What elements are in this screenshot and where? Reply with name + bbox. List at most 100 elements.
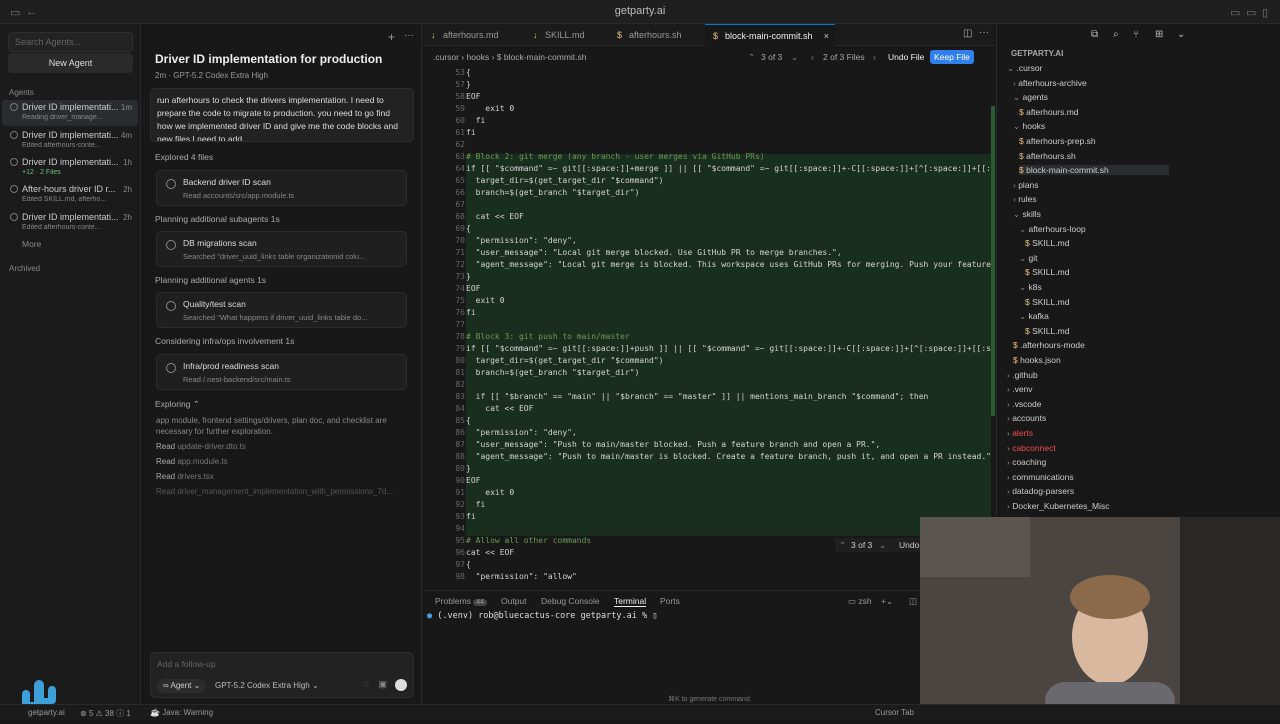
status-java[interactable]: ☕ Java: Warning — [150, 708, 213, 717]
undo-button[interactable]: Undo — [899, 538, 919, 552]
prev-file-icon[interactable]: ‹ — [811, 48, 814, 66]
followup-input[interactable]: Add a follow-up — [157, 659, 216, 669]
close-icon[interactable]: × — [824, 25, 829, 47]
code-line[interactable]: exit 0 — [466, 296, 991, 308]
status-cursor-tab[interactable]: Cursor Tab — [875, 708, 914, 717]
subagent-card[interactable]: Infra/prod readiness scan Read /.nest-ba… — [156, 354, 407, 390]
code-line[interactable]: EOF — [466, 284, 991, 296]
more-link[interactable]: More — [22, 239, 41, 249]
tree-folder[interactable]: ⌄ git — [1019, 253, 1037, 264]
chevron-up-icon[interactable]: ⌃ — [839, 538, 846, 552]
terminal-shell[interactable]: ▭ zsh — [848, 596, 872, 607]
tree-file[interactable]: $ SKILL.md — [1025, 267, 1069, 277]
tree-file[interactable]: $ afterhours-prep.sh — [1019, 136, 1096, 146]
layout-split-icon[interactable]: ▭ — [1246, 6, 1256, 19]
tab-afterhours-md[interactable]: ↓ afterhours.md — [423, 24, 523, 46]
more-icon[interactable]: ··· — [404, 30, 414, 41]
mode-select[interactable]: ∞ Agent ⌄ — [157, 679, 207, 693]
tree-folder[interactable]: ⌄ agents — [1013, 92, 1048, 103]
tree-folder[interactable]: ⌄ .cursor — [1007, 63, 1042, 74]
extensions-icon[interactable]: ⊞ — [1155, 29, 1163, 40]
copy-icon[interactable]: ⧉ — [1091, 29, 1098, 40]
add-terminal-icon[interactable]: +⌄ — [881, 596, 893, 607]
code-line[interactable]: # Block 2: git merge (any branch - user … — [466, 152, 991, 164]
tree-file[interactable]: $ block-main-commit.sh — [1019, 165, 1169, 176]
code-line[interactable]: "user_message": "Push to main/master blo… — [466, 440, 991, 452]
code-line[interactable]: "permission": "deny", — [466, 428, 991, 440]
code-line[interactable]: cat << EOF — [466, 404, 991, 416]
add-icon[interactable]: + — [388, 30, 395, 44]
code-line[interactable]: "agent_message": "Local git merge is blo… — [466, 260, 991, 272]
tree-folder[interactable]: › coaching — [1007, 457, 1046, 467]
code-line[interactable]: cat << EOF — [466, 212, 991, 224]
tree-folder[interactable]: › datadog-parsers — [1007, 486, 1074, 496]
tab-debug-console[interactable]: Debug Console — [541, 596, 600, 606]
code-line[interactable]: "permission": "deny", — [466, 236, 991, 248]
read-file[interactable]: app.module.ts — [177, 457, 227, 466]
breadcrumb-path[interactable]: .cursor › hooks › $ block-main-commit.sh — [433, 48, 587, 66]
tree-folder[interactable]: ⌄ hooks — [1013, 121, 1045, 132]
new-agent-button[interactable]: New Agent — [8, 53, 133, 73]
code-line[interactable]: EOF — [466, 92, 991, 104]
code-line[interactable]: fi — [466, 512, 991, 524]
subagent-card[interactable]: DB migrations scan Searched "driver_uuid… — [156, 231, 407, 267]
code-line[interactable]: { — [466, 560, 991, 572]
subagent-card[interactable]: Backend driver ID scan Read accounts/src… — [156, 170, 407, 206]
code-line[interactable] — [466, 380, 991, 392]
layout-panel-icon[interactable]: ▯ — [1262, 6, 1268, 19]
code-line[interactable]: } — [466, 272, 991, 284]
code-line[interactable]: } — [466, 464, 991, 476]
tree-folder[interactable]: › afterhours-archive — [1013, 78, 1087, 88]
tree-file[interactable]: $ afterhours.sh — [1019, 151, 1076, 161]
search-icon[interactable]: ⌕ — [1113, 29, 1119, 40]
read-file[interactable]: drivers.tsx — [177, 472, 213, 481]
exploring-label[interactable]: Exploring ⌃ — [155, 399, 200, 410]
explorer-root[interactable]: GETPARTY.AI — [1011, 49, 1063, 58]
split-editor-icon[interactable]: ◫ — [963, 28, 972, 39]
tree-file[interactable]: $ afterhours.md — [1019, 107, 1079, 117]
tree-folder[interactable]: ⌄ kafka — [1019, 311, 1049, 322]
code-line[interactable]: "agent_message": "Push to main/master is… — [466, 452, 991, 464]
code-line[interactable]: fi — [466, 500, 991, 512]
agent-item[interactable]: Driver ID implementati... 2h Edited afte… — [2, 210, 138, 236]
search-agents-input[interactable]: Search Agents... — [8, 32, 133, 52]
code-line[interactable]: # Block 3: git push to main/master — [466, 332, 991, 344]
code-line[interactable]: { — [466, 224, 991, 236]
tab-skill-md[interactable]: ↓ SKILL.md — [525, 24, 607, 46]
code-line[interactable] — [466, 524, 991, 536]
layout-icon[interactable]: ▭ — [1230, 6, 1240, 19]
tree-folder[interactable]: › communications — [1007, 472, 1074, 482]
tab-terminal[interactable]: Terminal — [614, 596, 647, 607]
read-file[interactable]: driver_management_implementation_with_pe… — [177, 487, 393, 496]
model-select[interactable]: GPT-5.2 Codex Extra High ⌄ — [215, 679, 319, 693]
code-editor[interactable]: 53{57} 58 EOF 59 exit 0 60 fi 61 fi 62 63 # Block… — [423, 66, 995, 590]
status-problems[interactable]: ⊗ 5 ⚠ 38 ⓘ 1 — [80, 708, 131, 719]
keep-file-button[interactable]: Keep File — [930, 50, 974, 64]
tab-ports[interactable]: Ports — [660, 596, 680, 606]
agent-item[interactable]: Driver ID implementati... 1m Reading dri… — [2, 100, 138, 126]
tree-file[interactable]: $ SKILL.md — [1025, 238, 1069, 248]
code-line[interactable]: exit 0 — [466, 104, 991, 116]
tree-folder[interactable]: › cabconnect — [1007, 443, 1056, 453]
code-line[interactable]: EOF — [466, 476, 991, 488]
archived-header[interactable]: Archived — [9, 264, 40, 273]
chevron-down-icon[interactable]: ⌄ — [879, 538, 886, 552]
terminal-line[interactable]: ● (.venv) rob@bluecactus-core getparty.a… — [427, 611, 657, 621]
code-line[interactable]: } — [466, 80, 991, 92]
code-line[interactable]: if [[ "$branch" == "main" || "$branch" =… — [466, 392, 991, 404]
tab-afterhours-sh[interactable]: $ afterhours.sh — [609, 24, 704, 46]
code-line[interactable]: { — [466, 68, 991, 80]
code-line[interactable] — [466, 200, 991, 212]
next-file-icon[interactable]: › — [873, 48, 876, 66]
agent-item[interactable]: Driver ID implementati... 1h +12 · 2 Fil… — [2, 155, 138, 181]
code-line[interactable]: if [[ "$command" =~ git[[:space:]]+push … — [466, 344, 991, 356]
tree-folder[interactable]: ⌄ k8s — [1019, 282, 1042, 293]
tree-folder[interactable]: › accounts — [1007, 413, 1046, 423]
code-line[interactable]: fi — [466, 308, 991, 320]
code-line[interactable]: target_dir=$(get_target_dir "$command") — [466, 176, 991, 188]
scrollbar[interactable] — [991, 106, 995, 416]
code-line[interactable]: target_dir=$(get_target_dir "$command") — [466, 356, 991, 368]
status-workspace[interactable]: getparty.ai — [28, 708, 65, 717]
tree-folder[interactable]: › .github — [1007, 370, 1038, 380]
code-line[interactable] — [466, 140, 991, 152]
